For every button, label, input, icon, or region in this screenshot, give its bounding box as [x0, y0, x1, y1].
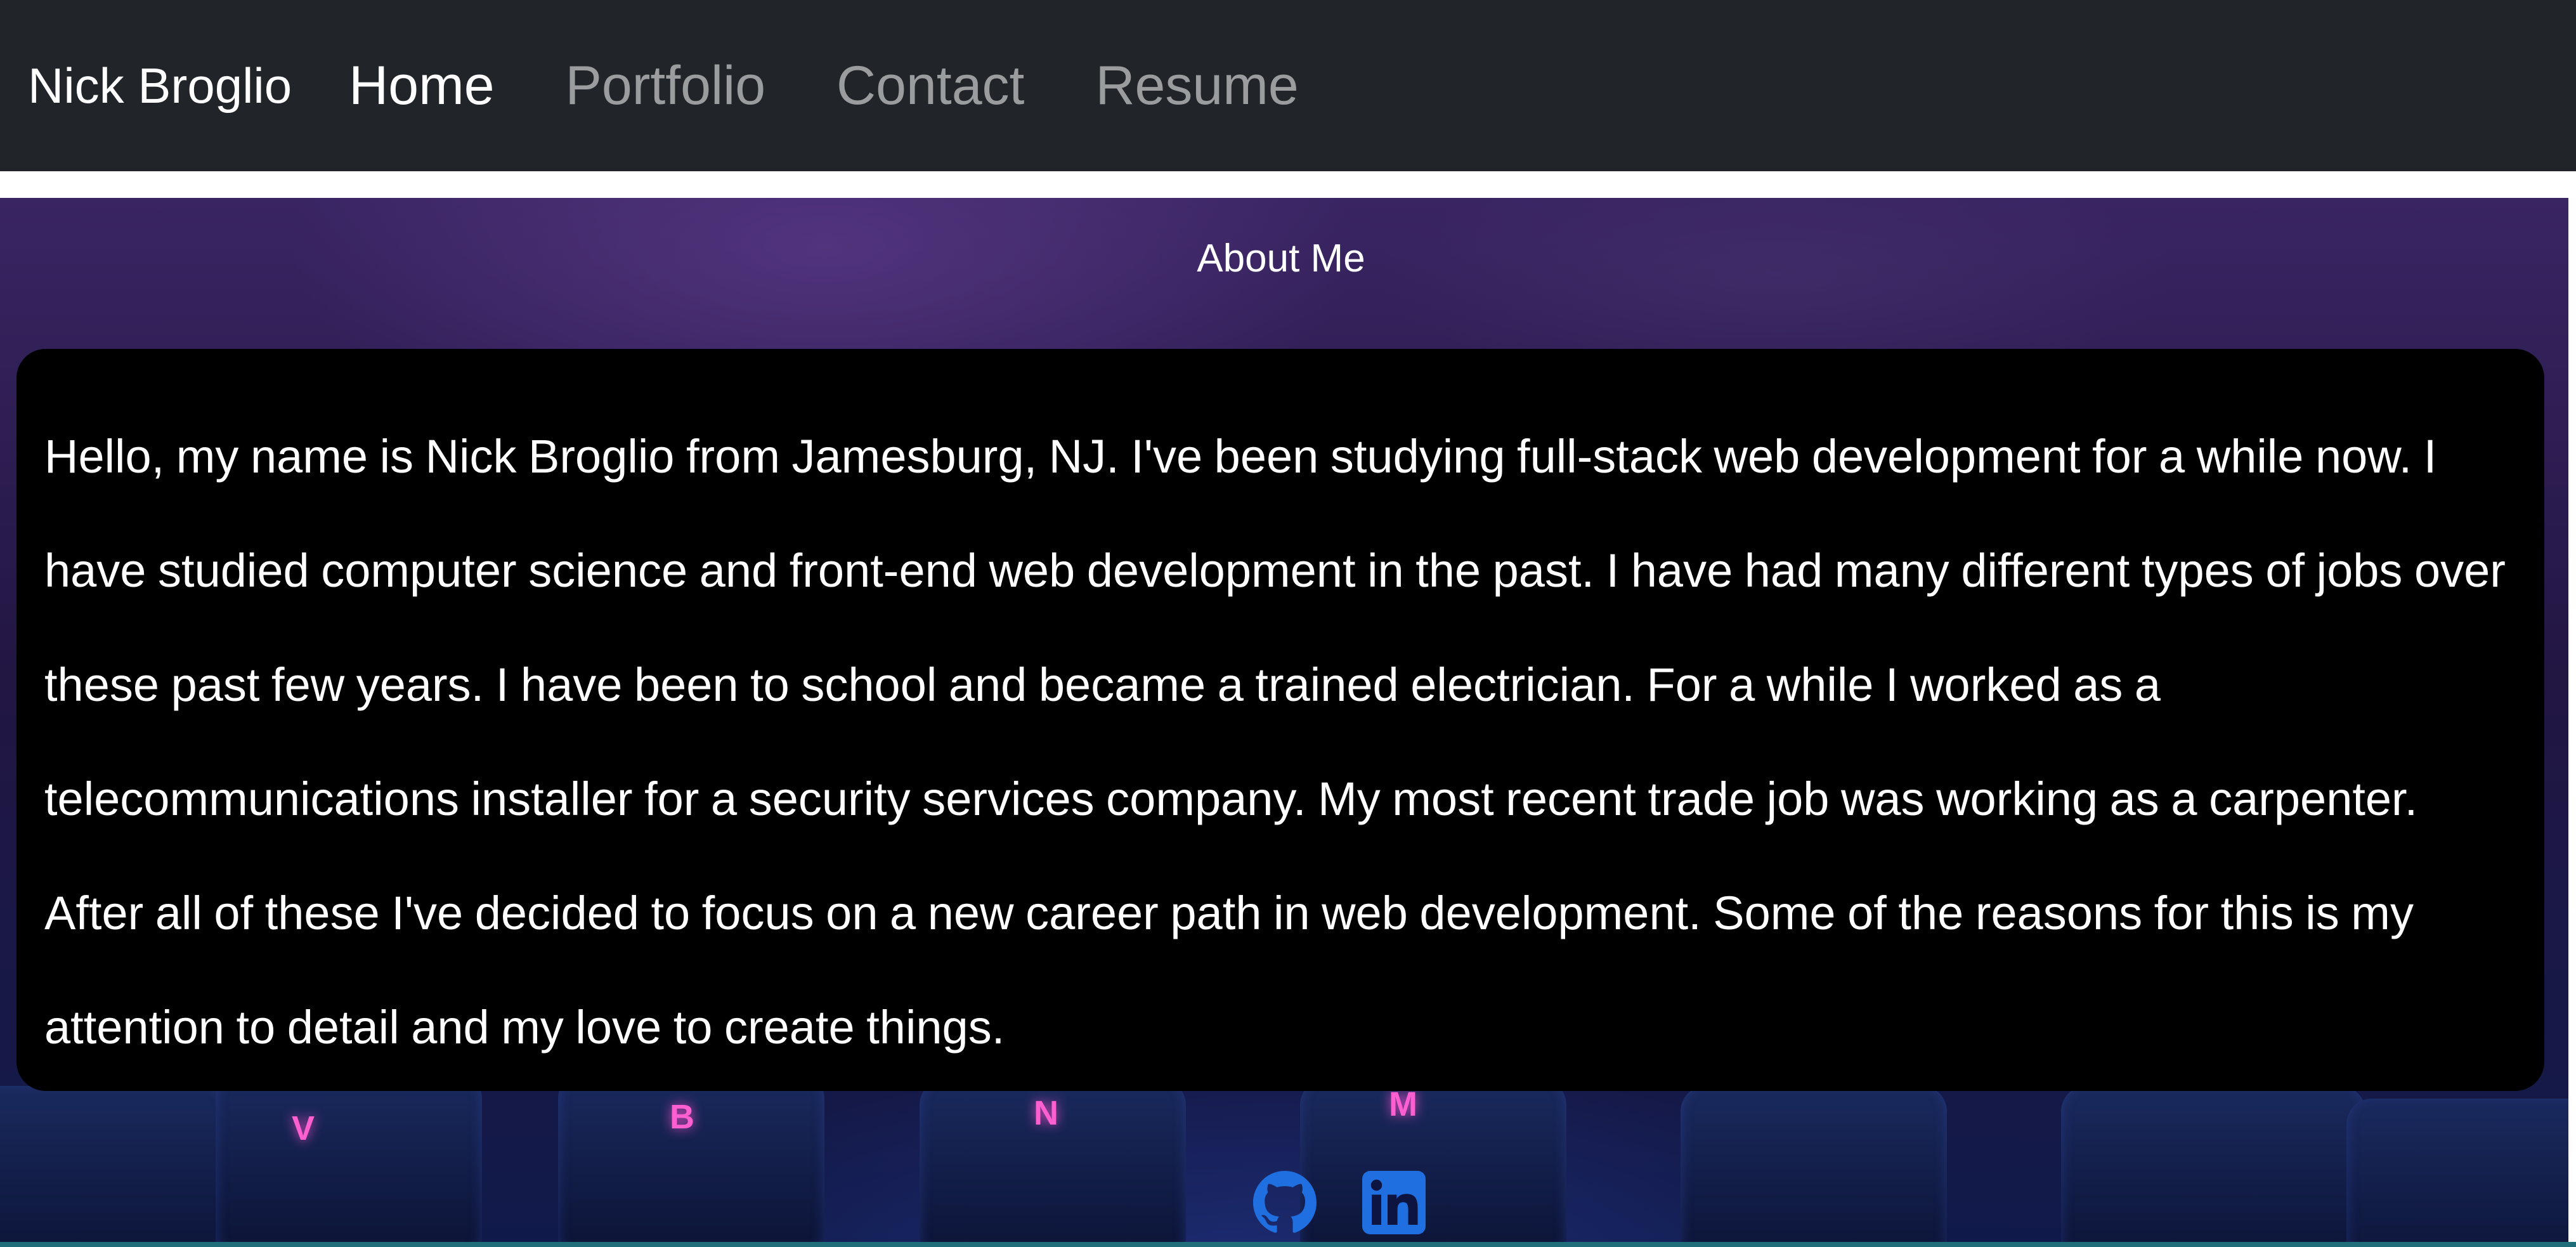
github-icon — [1253, 1171, 1317, 1233]
about-title: About Me — [1197, 237, 1365, 280]
navbar: Nick Broglio Home Portfolio Contact Resu… — [0, 0, 2576, 171]
about-card: Hello, my name is Nick Broglio from Jame… — [16, 349, 2544, 1091]
about-text: Hello, my name is Nick Broglio from Jame… — [44, 430, 2506, 1054]
github-link[interactable] — [1253, 1171, 1317, 1234]
page: Nick Broglio Home Portfolio Contact Resu… — [0, 0, 2576, 1247]
nav-link-contact[interactable]: Contact — [836, 55, 1024, 117]
linkedin-link[interactable] — [1362, 1171, 1426, 1234]
nav-link-home[interactable]: Home — [349, 55, 494, 117]
brand-link[interactable]: Nick Broglio — [28, 57, 292, 115]
page-edge — [2568, 171, 2576, 1247]
nav-link-portfolio[interactable]: Portfolio — [566, 55, 766, 117]
nav-link-resume[interactable]: Resume — [1095, 55, 1298, 117]
linkedin-icon — [1362, 1171, 1426, 1234]
navbar-divider — [0, 171, 2576, 198]
page-bottom-edge — [0, 1242, 2576, 1247]
